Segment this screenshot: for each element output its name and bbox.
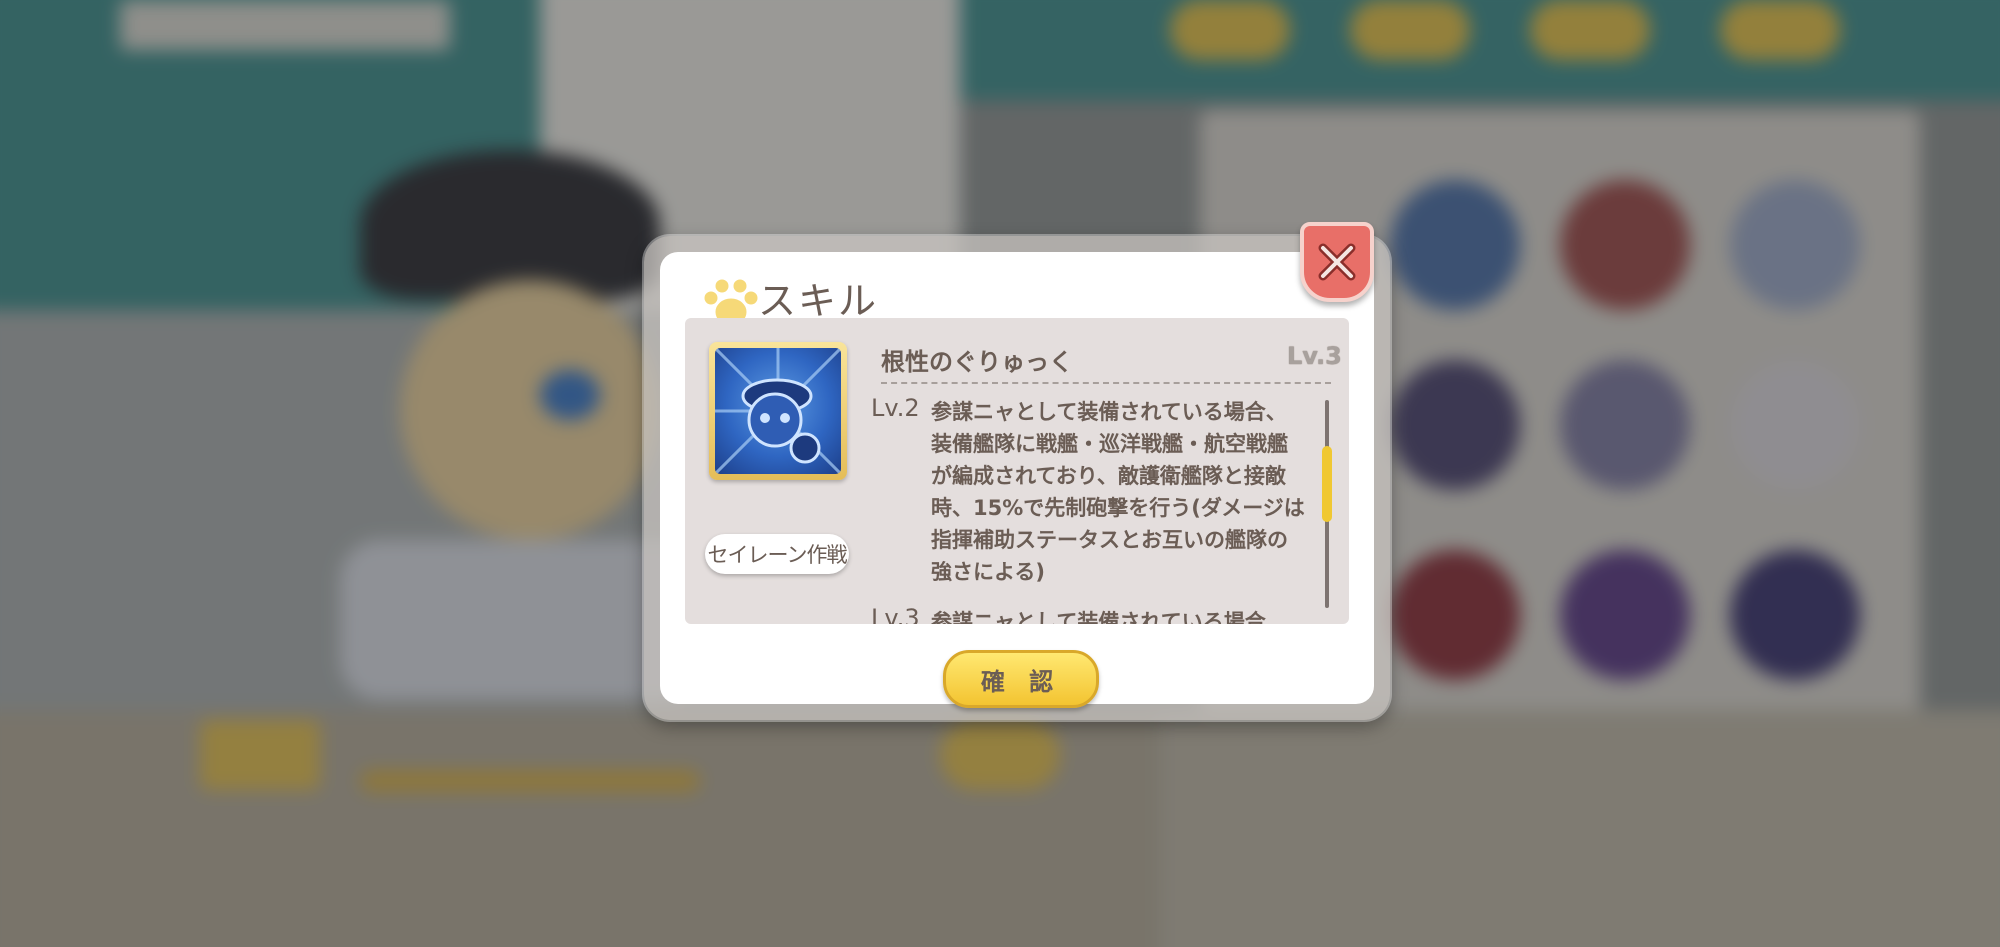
level-description: 参謀ニャとして装備されている場合、装備艦隊に戦艦・巡洋戦艦・航空戦艦が編成されて… (931, 400, 1305, 584)
skill-dialog: スキル セイレーン作戦 根性のぐりゅっく Lv.3 Lv.2 参謀ニャとして装備… (644, 222, 1390, 720)
close-button[interactable] (1300, 222, 1374, 302)
skill-description-scroll[interactable]: Lv.2 参謀ニャとして装備されている場合、装備艦隊に戦艦・巡洋戦艦・航空戦艦が… (871, 394, 1311, 624)
confirm-button[interactable]: 確 認 (943, 650, 1099, 708)
level-description: 参謀ニャとして装備されている場合 (931, 610, 1266, 624)
operation-tag-badge: セイレーン作戦 (705, 534, 849, 574)
name-divider (881, 382, 1331, 384)
commander-cat-skill-icon (715, 348, 841, 474)
skill-name: 根性のぐりゅっく (881, 348, 1073, 376)
scrollbar-thumb[interactable] (1322, 446, 1332, 522)
level-label: Lv.3 (871, 604, 920, 624)
scrollbar[interactable] (1322, 400, 1332, 608)
dialog-body: スキル セイレーン作戦 根性のぐりゅっく Lv.3 Lv.2 参謀ニャとして装備… (660, 222, 1374, 708)
close-x-icon (1318, 243, 1356, 281)
level-entry: Lv.2 参謀ニャとして装備されている場合、装備艦隊に戦艦・巡洋戦艦・航空戦艦が… (871, 394, 1311, 604)
skill-detail-panel: セイレーン作戦 根性のぐりゅっく Lv.3 Lv.2 参謀ニャとして装備されてい… (685, 318, 1349, 624)
skill-level: Lv.3 (1287, 342, 1342, 370)
level-entry: Lv.3 参謀ニャとして装備されている場合 (871, 604, 1311, 624)
skill-icon-frame (709, 342, 847, 480)
level-label: Lv.2 (871, 394, 920, 422)
dialog-title: スキル (758, 279, 879, 323)
